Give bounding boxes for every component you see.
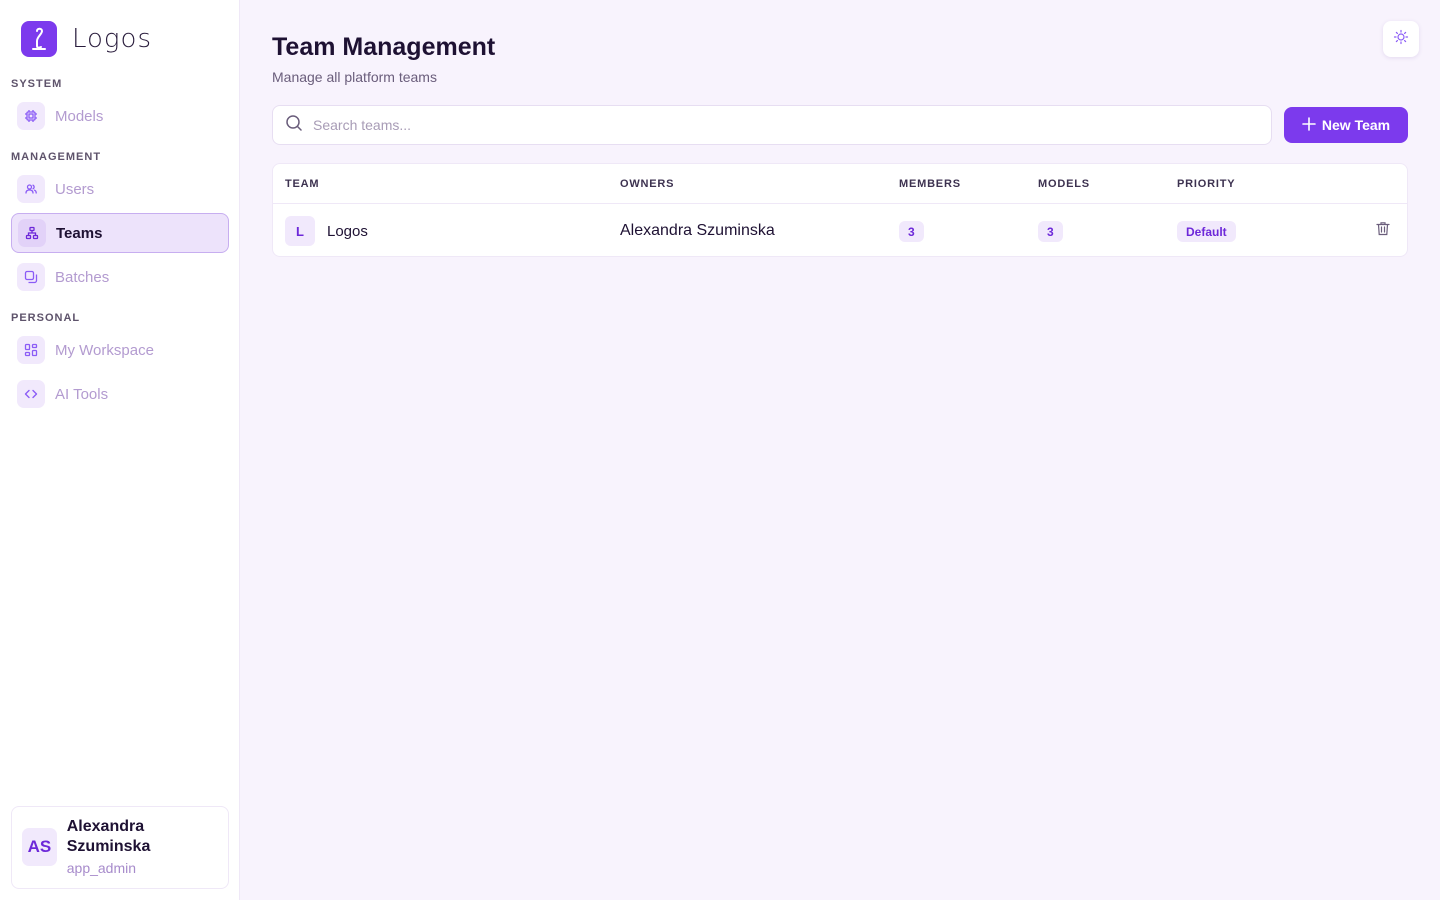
column-header-owners[interactable]: OWNERS — [620, 178, 674, 190]
brand[interactable]: Logos — [21, 21, 152, 57]
team-owner: Alexandra Szuminska — [620, 222, 775, 239]
column-header-models[interactable]: MODELS — [1038, 178, 1090, 190]
sidebar-item-label: Batches — [55, 268, 110, 286]
teams-table: TEAM OWNERS MEMBERS MODELS PRIORITY L Lo… — [272, 163, 1408, 257]
trash-icon — [1376, 221, 1390, 241]
new-team-label: New Team — [1321, 117, 1391, 133]
brand-name: Logos — [72, 24, 152, 54]
table-header: TEAM OWNERS MEMBERS MODELS PRIORITY — [273, 164, 1407, 204]
app-root: Logos SYSTEM Models MANAGEMENT Users Tea… — [0, 0, 1440, 900]
code-icon — [17, 380, 45, 408]
sidebar-item-label: Teams — [56, 224, 103, 242]
nav-section-personal: PERSONAL — [11, 312, 81, 324]
chip-icon — [17, 102, 45, 130]
sidebar: Logos SYSTEM Models MANAGEMENT Users Tea… — [0, 0, 240, 900]
sidebar-item-users[interactable]: Users — [11, 169, 229, 209]
plus-icon — [1302, 116, 1316, 134]
main-content: Team Management Manage all platform team… — [240, 0, 1440, 900]
sidebar-item-teams[interactable]: Teams — [11, 213, 229, 253]
page-title: Team Management — [272, 33, 496, 61]
copy-icon — [17, 263, 45, 291]
user-profile-card[interactable]: AS Alexandra Szuminska app_admin — [11, 806, 229, 889]
sidebar-item-ai-tools[interactable]: AI Tools — [11, 374, 229, 414]
models-count-badge: 3 — [1038, 221, 1063, 242]
table-row[interactable]: L Logos Alexandra Szuminska 3 3 Default — [273, 204, 1407, 256]
priority-badge: Default — [1177, 221, 1236, 242]
org-chart-icon — [18, 219, 46, 247]
sidebar-item-models[interactable]: Models — [11, 96, 229, 136]
sidebar-item-batches[interactable]: Batches — [11, 257, 229, 297]
user-info: Alexandra Szuminska app_admin — [67, 817, 218, 876]
column-header-priority[interactable]: PRIORITY — [1177, 178, 1235, 190]
delete-team-button[interactable] — [1373, 221, 1393, 241]
sun-icon — [1393, 29, 1409, 50]
team-name[interactable]: Logos — [327, 223, 368, 240]
user-name: Alexandra Szuminska — [66, 818, 151, 855]
grid-icon — [17, 336, 45, 364]
user-role: app_admin — [66, 860, 137, 876]
search-bar — [272, 105, 1272, 145]
users-icon — [17, 175, 45, 203]
avatar: AS — [22, 828, 57, 866]
logo-mark-icon — [21, 21, 57, 57]
new-team-button[interactable]: New Team — [1284, 107, 1408, 143]
sidebar-item-label: Users — [55, 180, 95, 198]
column-header-members[interactable]: MEMBERS — [899, 178, 961, 190]
members-count-badge: 3 — [899, 221, 924, 242]
sidebar-item-label: Models — [55, 107, 104, 125]
nav-section-management: MANAGEMENT — [11, 151, 102, 163]
nav-section-system: SYSTEM — [11, 78, 63, 90]
search-input[interactable] — [313, 117, 1213, 133]
team-avatar: L — [285, 216, 315, 246]
theme-toggle-button[interactable] — [1383, 21, 1419, 57]
sidebar-item-my-workspace[interactable]: My Workspace — [11, 330, 229, 370]
page-subtitle: Manage all platform teams — [272, 69, 437, 85]
sidebar-item-label: AI Tools — [55, 385, 109, 403]
search-icon — [285, 114, 303, 137]
column-header-team[interactable]: TEAM — [285, 178, 319, 190]
sidebar-item-label: My Workspace — [55, 341, 154, 359]
